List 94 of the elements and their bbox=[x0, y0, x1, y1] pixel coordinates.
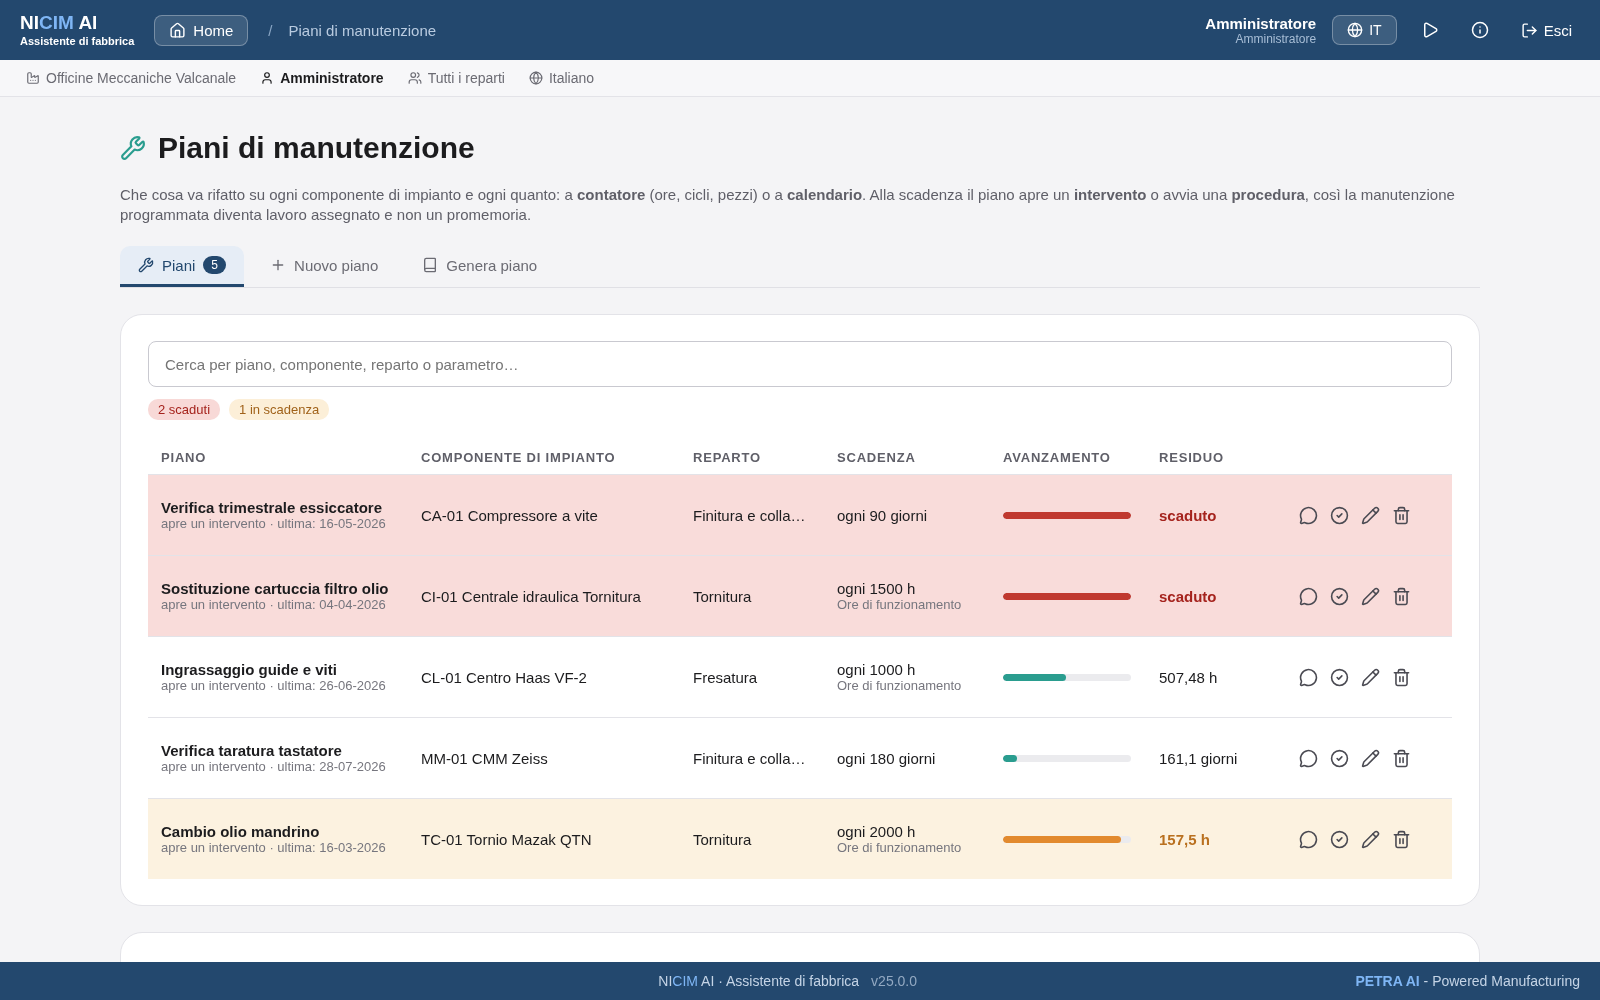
residual-value: 507,48 h bbox=[1159, 668, 1219, 686]
table-cell-text: CI-01 Centrale idraulica Tornitura bbox=[421, 587, 642, 605]
table-cell-text: MM-01 CMM Zeiss bbox=[421, 749, 549, 767]
comment-icon[interactable] bbox=[1299, 667, 1318, 687]
plan-note: apre un intervento · ultima: 04-04-2026 bbox=[161, 597, 387, 612]
context-item[interactable]: Amministratore bbox=[260, 70, 384, 86]
logo: NICIM AI bbox=[20, 13, 99, 32]
plan-name: Sostituzione cartuccia filtro olio bbox=[161, 580, 390, 597]
tab[interactable]: Piani 5 bbox=[120, 246, 245, 287]
plan-note: apre un intervento · ultima: 16-05-2026 bbox=[161, 516, 387, 531]
column-header: COMPONENTE DI IMPIANTO bbox=[421, 449, 617, 465]
factory-icon bbox=[26, 71, 40, 85]
delete-icon[interactable] bbox=[1392, 829, 1411, 849]
check-icon[interactable] bbox=[1330, 748, 1349, 768]
wrench-icon bbox=[138, 257, 154, 273]
globe-icon bbox=[1347, 22, 1364, 38]
powered-by: PETRA AI - Powered Manufacturing bbox=[1355, 973, 1580, 989]
wrench-icon bbox=[120, 135, 146, 161]
page-title: Piani di manutenzione bbox=[158, 131, 475, 165]
column-header: SCADENZA bbox=[837, 449, 917, 465]
user-role: Amministratore bbox=[1235, 31, 1317, 46]
tab[interactable]: Nuovo piano bbox=[252, 246, 397, 287]
due-interval: ogni 1000 h bbox=[837, 661, 917, 678]
comment-icon[interactable] bbox=[1299, 748, 1318, 768]
table-cell-text: Fresatura bbox=[693, 668, 759, 686]
edit-icon[interactable] bbox=[1361, 667, 1380, 687]
logo-subtitle: Assistente di fabbrica bbox=[20, 35, 135, 47]
residual-value: 157,5 h bbox=[1159, 830, 1211, 848]
edit-icon[interactable] bbox=[1361, 505, 1380, 525]
check-icon[interactable] bbox=[1330, 586, 1349, 606]
delete-icon[interactable] bbox=[1392, 586, 1411, 606]
page-description: Che cosa va rifatto su ogni componente di impianto e ogni quanto: a contatore (ore, cicli, pezzi) o a calendario. Alla scadenza il piano apre un intervento o avvia una procedura, così la manutenzione programmata diventa lavoro assegnato e non un promemoria. bbox=[120, 185, 1456, 224]
tab[interactable]: Genera piano bbox=[404, 246, 556, 287]
table-cell-text: Tornitura bbox=[693, 587, 753, 605]
footer-brand: NICIM AI · Assistente di fabbrica bbox=[658, 973, 860, 989]
globe-icon bbox=[528, 71, 543, 85]
due-interval: ogni 90 giorni bbox=[837, 506, 929, 524]
search-field[interactable]: Cerca per piano, componente, reparto o parametro… bbox=[148, 341, 1452, 387]
check-icon[interactable] bbox=[1330, 829, 1349, 849]
version: v25.0.0 bbox=[871, 973, 918, 989]
comment-icon[interactable] bbox=[1299, 505, 1318, 525]
plan-name: Verifica taratura tastatore bbox=[161, 742, 343, 759]
due-interval: ogni 1500 h bbox=[837, 580, 917, 597]
edit-icon[interactable] bbox=[1361, 748, 1380, 768]
breadcrumb-separator: / bbox=[268, 21, 273, 39]
column-header: REPARTO bbox=[693, 449, 762, 465]
status-chip[interactable]: 1 in scadenza bbox=[229, 399, 330, 420]
plan-note: apre un intervento · ultima: 26-06-2026 bbox=[161, 678, 387, 693]
column-header: PIANO bbox=[161, 449, 208, 465]
delete-icon[interactable] bbox=[1392, 748, 1411, 768]
column-header: RESIDUO bbox=[1159, 449, 1225, 465]
residual-value: scaduto bbox=[1159, 587, 1218, 605]
table-cell-text: TC-01 Tornio Mazak QTN bbox=[421, 830, 593, 848]
table-cell-text: CL-01 Centro Haas VF-2 bbox=[421, 668, 588, 686]
comment-icon[interactable] bbox=[1299, 586, 1318, 606]
user-icon bbox=[260, 71, 275, 85]
context-item[interactable]: Officine Meccaniche Valcanale bbox=[26, 70, 237, 86]
user-name: Amministratore bbox=[1205, 14, 1317, 32]
column-header: AVANZAMENTO bbox=[1003, 449, 1112, 465]
logout-icon bbox=[1520, 21, 1538, 39]
book-icon bbox=[422, 257, 439, 273]
home-icon bbox=[169, 21, 187, 39]
plan-note: apre un intervento · ultima: 16-03-2026 bbox=[161, 840, 387, 855]
plan-name: Cambio olio mandrino bbox=[161, 823, 321, 840]
table-cell-text: CA-01 Compressore a vite bbox=[421, 506, 599, 524]
check-icon[interactable] bbox=[1330, 505, 1349, 525]
table-cell-text: Tornitura bbox=[693, 830, 753, 848]
due-note: Ore di funzionamento bbox=[837, 597, 963, 612]
home-button[interactable]: Home bbox=[154, 14, 249, 46]
due-interval: ogni 2000 h bbox=[837, 823, 917, 840]
edit-icon[interactable] bbox=[1361, 586, 1380, 606]
language-button[interactable]: IT bbox=[1332, 15, 1397, 45]
delete-icon[interactable] bbox=[1392, 505, 1411, 525]
edit-icon[interactable] bbox=[1361, 829, 1380, 849]
plan-name: Ingrassaggio guide e viti bbox=[161, 661, 338, 678]
plan-name: Verifica trimestrale essiccatore bbox=[161, 499, 383, 516]
context-item[interactable]: Tutti i reparti bbox=[407, 70, 505, 86]
users-icon bbox=[407, 71, 422, 85]
table-cell-text: Finitura e colla… bbox=[693, 749, 807, 767]
breadcrumb-item: Piani di manutenzione bbox=[288, 21, 437, 39]
residual-value: scaduto bbox=[1159, 506, 1218, 524]
residual-value: 161,1 giorni bbox=[1159, 749, 1239, 767]
table-cell-text: Finitura e colla… bbox=[693, 506, 807, 524]
plan-note: apre un intervento · ultima: 28-07-2026 bbox=[161, 759, 387, 774]
due-note: Ore di funzionamento bbox=[837, 840, 963, 855]
context-item[interactable]: Italiano bbox=[528, 70, 595, 86]
status-chip[interactable]: 2 scaduti bbox=[148, 399, 221, 420]
due-note: Ore di funzionamento bbox=[837, 678, 963, 693]
check-icon[interactable] bbox=[1330, 667, 1349, 687]
comment-icon[interactable] bbox=[1299, 829, 1318, 849]
due-interval: ogni 180 giorni bbox=[837, 749, 937, 767]
delete-icon[interactable] bbox=[1392, 667, 1411, 687]
count-badge: 5 bbox=[203, 256, 227, 274]
logout-button[interactable]: Esci bbox=[1512, 17, 1580, 43]
